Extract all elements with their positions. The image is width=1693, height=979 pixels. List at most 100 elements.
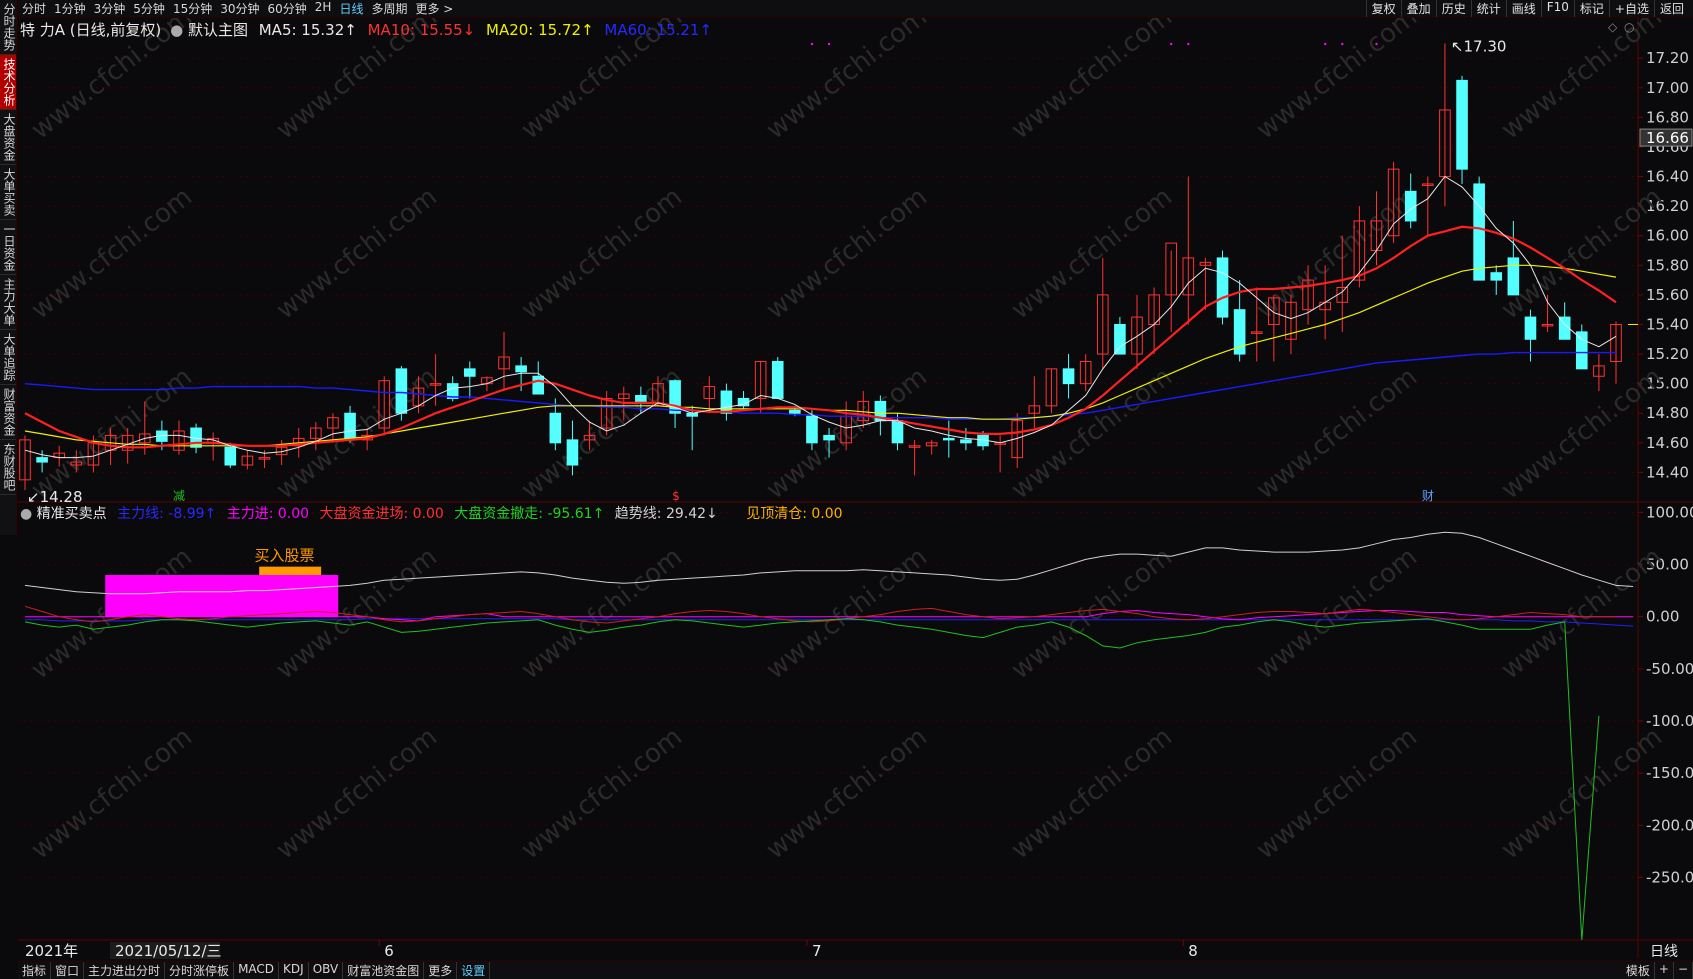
period-tab-3[interactable]: 5分钟 [129, 0, 169, 17]
watermark-text: www.cfchi.com [26, 722, 198, 866]
bottom-tab-9[interactable]: 设置 [457, 961, 491, 979]
side-tab-0[interactable]: 分时走势 [0, 0, 16, 55]
month-label-7: 7 [812, 942, 822, 960]
tool-button-5[interactable]: F10 [1540, 0, 1574, 17]
watermark-text: www.cfchi.com [761, 2, 933, 146]
tool-button-3[interactable]: 统计 [1470, 0, 1506, 17]
qsx-label: 趋势线: 29.42↓ [614, 506, 718, 522]
watermark-text: www.cfchi.com [761, 542, 933, 686]
watermark-text: www.cfchi.com [271, 722, 443, 866]
candle-down [566, 439, 579, 466]
tool-button-0[interactable]: 复权 [1365, 0, 1401, 17]
candle-down [549, 412, 562, 444]
indicator-icon[interactable]: ● [20, 506, 32, 522]
tool-button-1[interactable]: 叠加 [1400, 0, 1436, 17]
period-tab-8[interactable]: 日线 [335, 0, 367, 17]
price-tick-label: 15.20 [1646, 345, 1689, 363]
bottom-tab-8[interactable]: 更多 [424, 961, 458, 979]
template-name[interactable]: 默认主图 [188, 21, 248, 39]
bottom-tab-5[interactable]: KDJ [279, 961, 309, 979]
tool-button-4[interactable]: 画线 [1505, 0, 1541, 17]
indicator-tick-label: -150.00 [1646, 764, 1693, 782]
bottom-tabs: 指标 窗口 主力进出分时 分时涨停板 MACD KDJ OBV 财富池资金图 更多 设置 [18, 961, 491, 979]
template-control-2[interactable]: − [1674, 961, 1693, 979]
buy-signal-label: 买入股票 [255, 546, 315, 564]
candle-down [1114, 323, 1126, 355]
template-icon[interactable]: ● [170, 21, 183, 39]
candle-down [960, 439, 972, 444]
buy-zone-block [105, 575, 339, 617]
candle-down [789, 409, 801, 414]
tool-button-2[interactable]: 历史 [1435, 0, 1471, 17]
tool-button-8[interactable]: 返回 [1653, 0, 1689, 17]
side-tab-2[interactable]: 大盘资金 [0, 110, 16, 165]
indicator-name[interactable]: 精准买卖点 [37, 506, 107, 522]
side-tab-4[interactable]: 一日资金 [0, 220, 16, 275]
template-controls: 模板 + − [1622, 961, 1693, 979]
bottom-tab-1[interactable]: 窗口 [51, 961, 85, 979]
period-tab-0[interactable]: 分时 [18, 0, 50, 17]
event-marker-2: 财 [1422, 489, 1434, 503]
price-tick-label: 15.60 [1646, 286, 1689, 304]
ma10-label: MA10: 15.55↓ [367, 21, 476, 39]
period-tab-2[interactable]: 3分钟 [90, 0, 130, 17]
tool-button-6[interactable]: 标记 [1573, 0, 1609, 17]
watermark-text: www.cfchi.com [1251, 362, 1423, 506]
period-tab-7[interactable]: 2H [311, 0, 336, 17]
side-tab-6[interactable]: 大单追踪 [0, 330, 16, 385]
candle-down [1456, 79, 1468, 170]
indicator-tick-label: 100.00 [1646, 503, 1693, 521]
zoom-diamond-icon: ◇ [1608, 20, 1618, 34]
template-control-1[interactable]: + [1655, 961, 1674, 979]
watermark-text: www.cfchi.com [1496, 362, 1668, 506]
top-dot-marker [1375, 42, 1378, 46]
watermark-text: www.cfchi.com [1006, 542, 1178, 686]
price-tick-label: 17.20 [1646, 49, 1689, 67]
month-label-8: 8 [1188, 942, 1198, 960]
ma60-label: MA60: 15.21↑ [604, 21, 713, 39]
watermark-text: www.cfchi.com [761, 182, 933, 326]
candle-down [1507, 257, 1520, 296]
bottom-tab-0[interactable]: 指标 [18, 961, 52, 979]
price-tick-label: 17.00 [1646, 79, 1689, 97]
side-tab-strip: 分时走势 技术分析 大盘资金 大单买卖 一日资金 主力大单 大单追踪 财富资金 东财股吧 [0, 0, 17, 535]
period-tabs: 分时 1分钟 3分钟 5分钟 15分钟 30分钟 60分钟 2H 日线 多周期 更多 > [18, 0, 457, 17]
bottom-tab-4[interactable]: MACD [234, 961, 280, 979]
top-dot-marker [827, 42, 831, 46]
bottom-tab-6[interactable]: OBV [309, 961, 344, 979]
watermark-text: www.cfchi.com [26, 362, 198, 506]
period-tab-10[interactable]: 更多 > [411, 0, 457, 17]
bottom-tab-2[interactable]: 主力进出分时 [84, 961, 166, 979]
indicator-toolbar: 指标 窗口 主力进出分时 分时涨停板 MACD KDJ OBV 财富池资金图 更多 设置 模板 + − [18, 960, 1693, 979]
candle-down [823, 434, 835, 441]
ma5-label: MA5: 15.32↑ [258, 21, 357, 39]
price-tick-label: 16.80 [1646, 108, 1689, 126]
side-tab-5[interactable]: 主力大单 [0, 275, 16, 330]
bottom-tab-3[interactable]: 分时涨停板 [165, 961, 235, 979]
template-control-0[interactable]: 模板 [1622, 961, 1655, 979]
current-price-label: 16.66 [1646, 129, 1689, 147]
event-marker-1: $ [672, 489, 680, 503]
period-tab-4[interactable]: 15分钟 [169, 0, 216, 17]
cursor-date-label: 2021/05/12/三 [115, 942, 222, 960]
bottom-tab-7[interactable]: 财富池资金图 [343, 961, 425, 979]
side-tab-3[interactable]: 大单买卖 [0, 165, 16, 220]
side-tab-1[interactable]: 技术分析 [0, 55, 16, 110]
watermark-text: www.cfchi.com [516, 722, 688, 866]
period-tab-9[interactable]: 多周期 [367, 0, 411, 17]
watermark-text: www.cfchi.com [1251, 542, 1423, 686]
side-tab-7[interactable]: 财富资金 [0, 385, 16, 440]
event-marker-0: 减 [173, 489, 185, 503]
period-tab-1[interactable]: 1分钟 [50, 0, 90, 17]
tool-button-7[interactable]: +自选 [1608, 0, 1654, 17]
period-tab-6[interactable]: 60分钟 [264, 0, 311, 17]
period-tab-5[interactable]: 30分钟 [216, 0, 263, 17]
price-tick-label: 15.40 [1646, 315, 1689, 333]
year-label: 2021年 [25, 942, 78, 960]
side-tab-8[interactable]: 东财股吧 [0, 440, 16, 495]
watermark-text: www.cfchi.com [761, 722, 933, 866]
chart-canvas[interactable]: 14.4014.6014.8015.0015.2015.4015.6015.80… [0, 0, 1693, 979]
candle-down [635, 394, 647, 402]
indicator-tick-label: -50.00 [1646, 660, 1693, 678]
zlx-label: 主力线: -8.99↑ [117, 506, 217, 522]
